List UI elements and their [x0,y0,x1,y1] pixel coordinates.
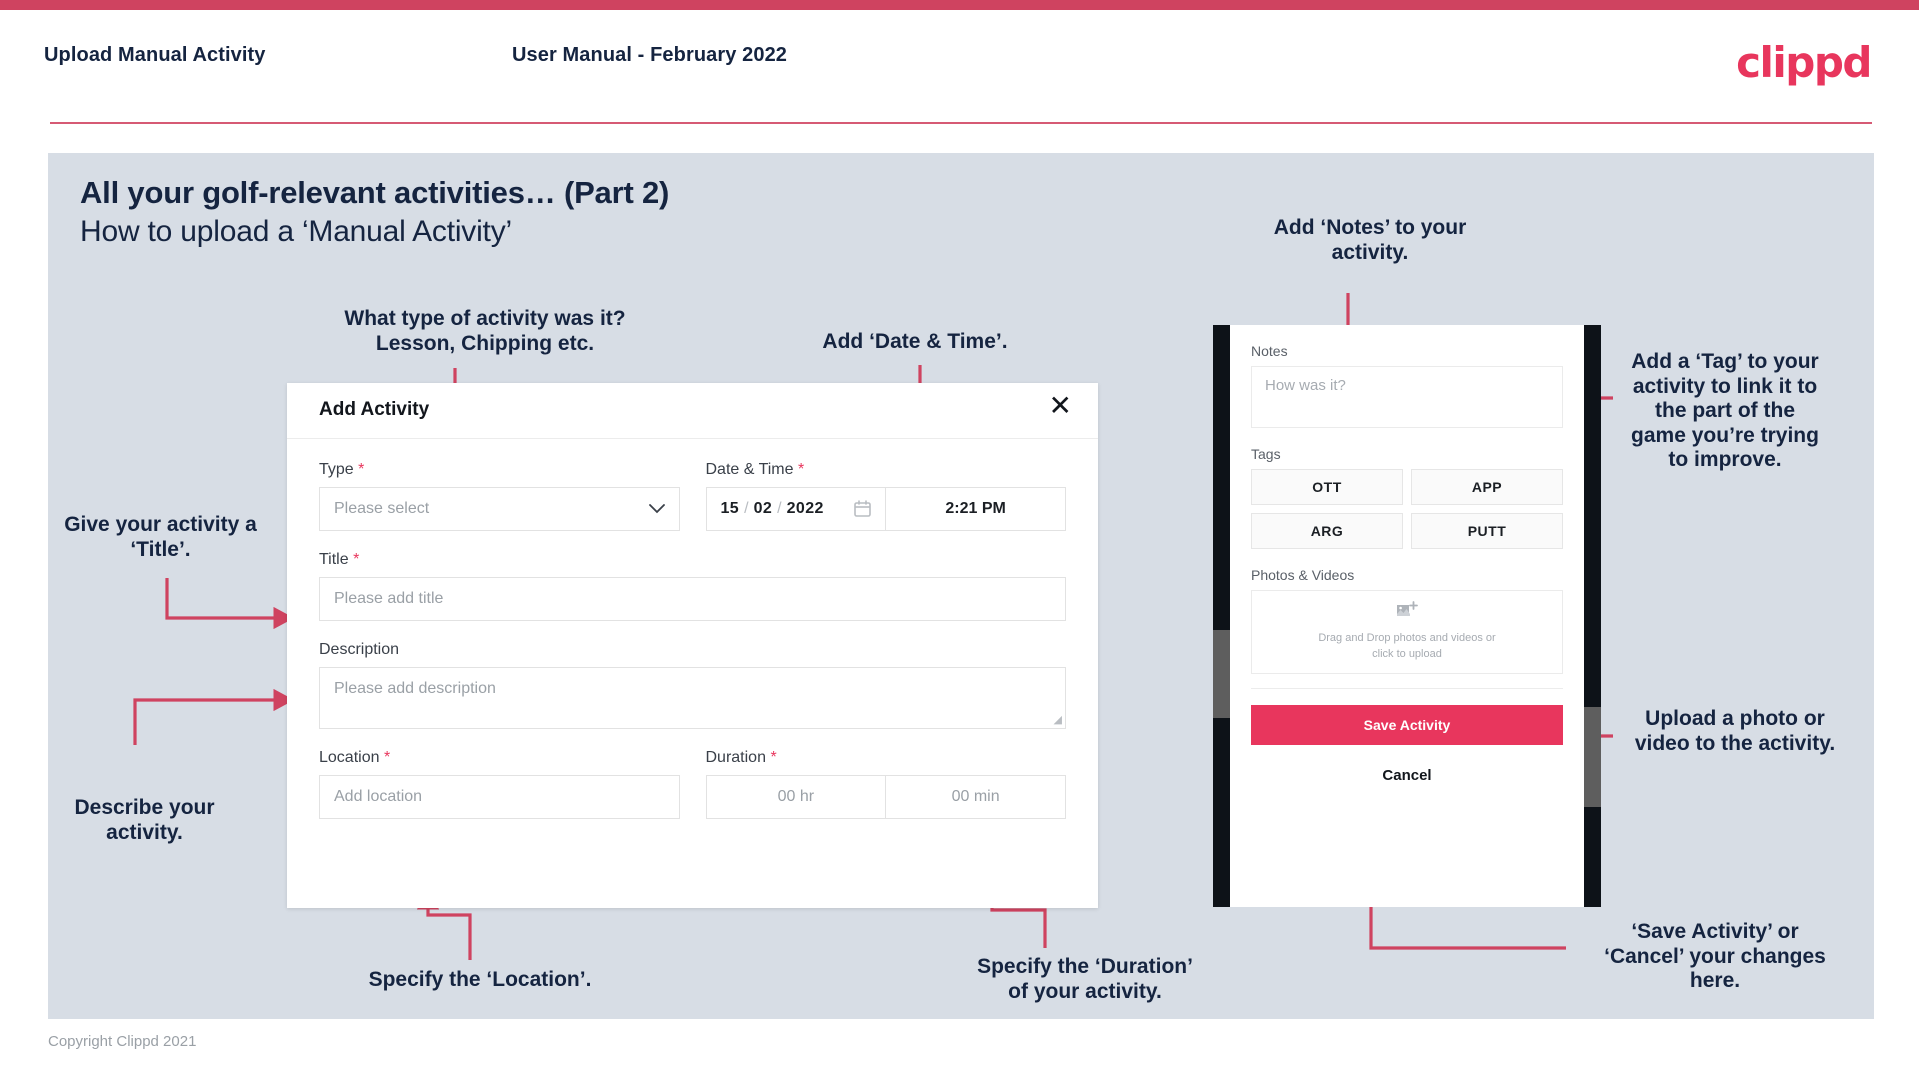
duration-hours-input[interactable]: 00 hr [707,776,886,818]
resize-handle-icon[interactable]: ◢ [1054,713,1062,726]
annotation-notes: Add ‘Notes’ to your activity. [1273,216,1467,264]
description-textarea[interactable]: Please add description ◢ [319,667,1066,729]
modal-header: Add Activity ✕ [287,383,1098,439]
date-year: 2022 [786,500,824,517]
date-day: 15 [720,500,740,517]
duration-control: 00 hr 00 min [705,775,1066,819]
description-placeholder: Please add description [334,680,496,697]
add-photo-icon [1396,601,1418,626]
annotation-tags: Add a ‘Tag’ to your activity to link it … [1631,350,1819,472]
type-label-text: Type [319,461,354,478]
chevron-down-icon [648,501,665,518]
phone-divider [1251,688,1563,689]
phone-bezel-right [1584,325,1601,907]
row-type-datetime: Type * Please select Date & Time * 15 / … [319,461,1066,531]
modal-body: Type * Please select Date & Time * 15 / … [287,439,1098,819]
annotation-type: What type of activity was it? Lesson, Ch… [344,307,626,355]
field-duration: Duration * 00 hr 00 min [705,749,1067,819]
duration-hours-placeholder: 00 hr [777,788,815,805]
date-month: 02 [753,500,773,517]
duration-minutes-placeholder: 00 min [951,788,1000,805]
date-input[interactable]: 15 / 02 / 2022 [707,488,886,530]
date-separator-2: / [777,500,782,517]
title-label: Title * [319,551,1066,569]
phone-bezel-left [1213,325,1230,907]
field-datetime: Date & Time * 15 / 02 / 2022 2:21 PM [705,461,1067,531]
datetime-label-text: Date & Time [705,461,794,478]
tags-label: Tags [1251,446,1281,462]
tag-button-app[interactable]: APP [1411,469,1563,505]
required-marker: * [358,461,365,478]
type-placeholder: Please select [334,500,430,517]
page-subtitle: How to upload a ‘Manual Activity’ [80,215,512,248]
dropzone-text: Drag and Drop photos and videos or click… [1318,632,1496,660]
field-description: Description Please add description ◢ [319,641,1066,729]
phone-screen: Notes How was it? Tags OTT APP ARG PUTT … [1230,325,1584,907]
header-left-title: Upload Manual Activity [44,44,266,66]
type-label: Type * [319,461,680,479]
duration-label-text: Duration [705,749,766,766]
photos-label: Photos & Videos [1251,567,1355,583]
header-divider [50,122,1872,124]
field-type: Type * Please select [319,461,680,531]
duration-label: Duration * [706,749,1067,767]
tags-grid: OTT APP ARG PUTT [1251,469,1563,549]
brand-top-bar [0,0,1919,10]
time-value: 2:21 PM [945,500,1006,517]
field-location: Location * Add location [319,749,680,819]
notes-placeholder: How was it? [1265,377,1346,394]
annotation-photos: Upload a photo or video to the activity. [1634,707,1836,755]
row-location-duration: Location * Add location Duration * 00 hr [319,749,1066,819]
datetime-label: Date & Time * [706,461,1067,479]
tag-button-ott[interactable]: OTT [1251,469,1403,505]
header-center-title: User Manual - February 2022 [512,44,788,66]
close-icon[interactable]: ✕ [1049,392,1072,420]
phone-mockup: Notes How was it? Tags OTT APP ARG PUTT … [1213,325,1601,907]
notes-label: Notes [1251,343,1288,359]
field-title: Title * Please add title [319,551,1066,621]
type-select[interactable]: Please select [319,487,680,531]
phone-side-button-left [1213,630,1230,718]
date-separator-1: / [744,500,749,517]
location-label-text: Location [319,749,380,766]
description-label-text: Description [319,641,400,658]
annotation-description: Describe your activity. [74,796,215,844]
required-marker: * [770,749,777,766]
calendar-icon[interactable] [854,500,872,518]
title-input[interactable]: Please add title [319,577,1066,621]
annotation-save: ‘Save Activity’ or ‘Cancel’ your changes… [1604,920,1826,993]
location-placeholder: Add location [334,788,423,805]
modal-title: Add Activity [319,399,430,420]
title-label-text: Title [319,551,349,568]
clippd-logo: clippd [1736,38,1872,87]
cancel-button[interactable]: Cancel [1251,767,1563,784]
annotation-title: Give your activity a ‘Title’. [64,513,257,561]
title-placeholder: Please add title [334,590,444,607]
footer-copyright: Copyright Clippd 2021 [48,1033,197,1050]
description-label: Description [319,641,1066,659]
datetime-control: 15 / 02 / 2022 2:21 PM [705,487,1066,531]
duration-minutes-input[interactable]: 00 min [885,776,1065,818]
phone-side-button-right [1584,707,1601,807]
required-marker: * [353,551,360,568]
annotation-duration: Specify the ‘Duration’ of your activity. [977,955,1193,1003]
page-title: All your golf-relevant activities… (Part… [80,175,670,210]
tag-button-putt[interactable]: PUTT [1411,513,1563,549]
required-marker: * [383,749,391,766]
location-label: Location * [319,749,680,767]
required-marker: * [797,461,805,478]
tag-button-arg[interactable]: ARG [1251,513,1403,549]
save-activity-button[interactable]: Save Activity [1251,705,1563,745]
slide-page: Upload Manual Activity User Manual - Feb… [0,0,1919,1079]
add-activity-modal: Add Activity ✕ Type * Please select Date… [287,383,1098,908]
photo-upload-dropzone[interactable]: Drag and Drop photos and videos or click… [1251,590,1563,674]
time-input[interactable]: 2:21 PM [885,488,1065,530]
annotation-location: Specify the ‘Location’. [368,968,592,991]
notes-input[interactable]: How was it? [1251,366,1563,428]
annotation-datetime: Add ‘Date & Time’. [822,330,1008,353]
location-input[interactable]: Add location [319,775,680,819]
